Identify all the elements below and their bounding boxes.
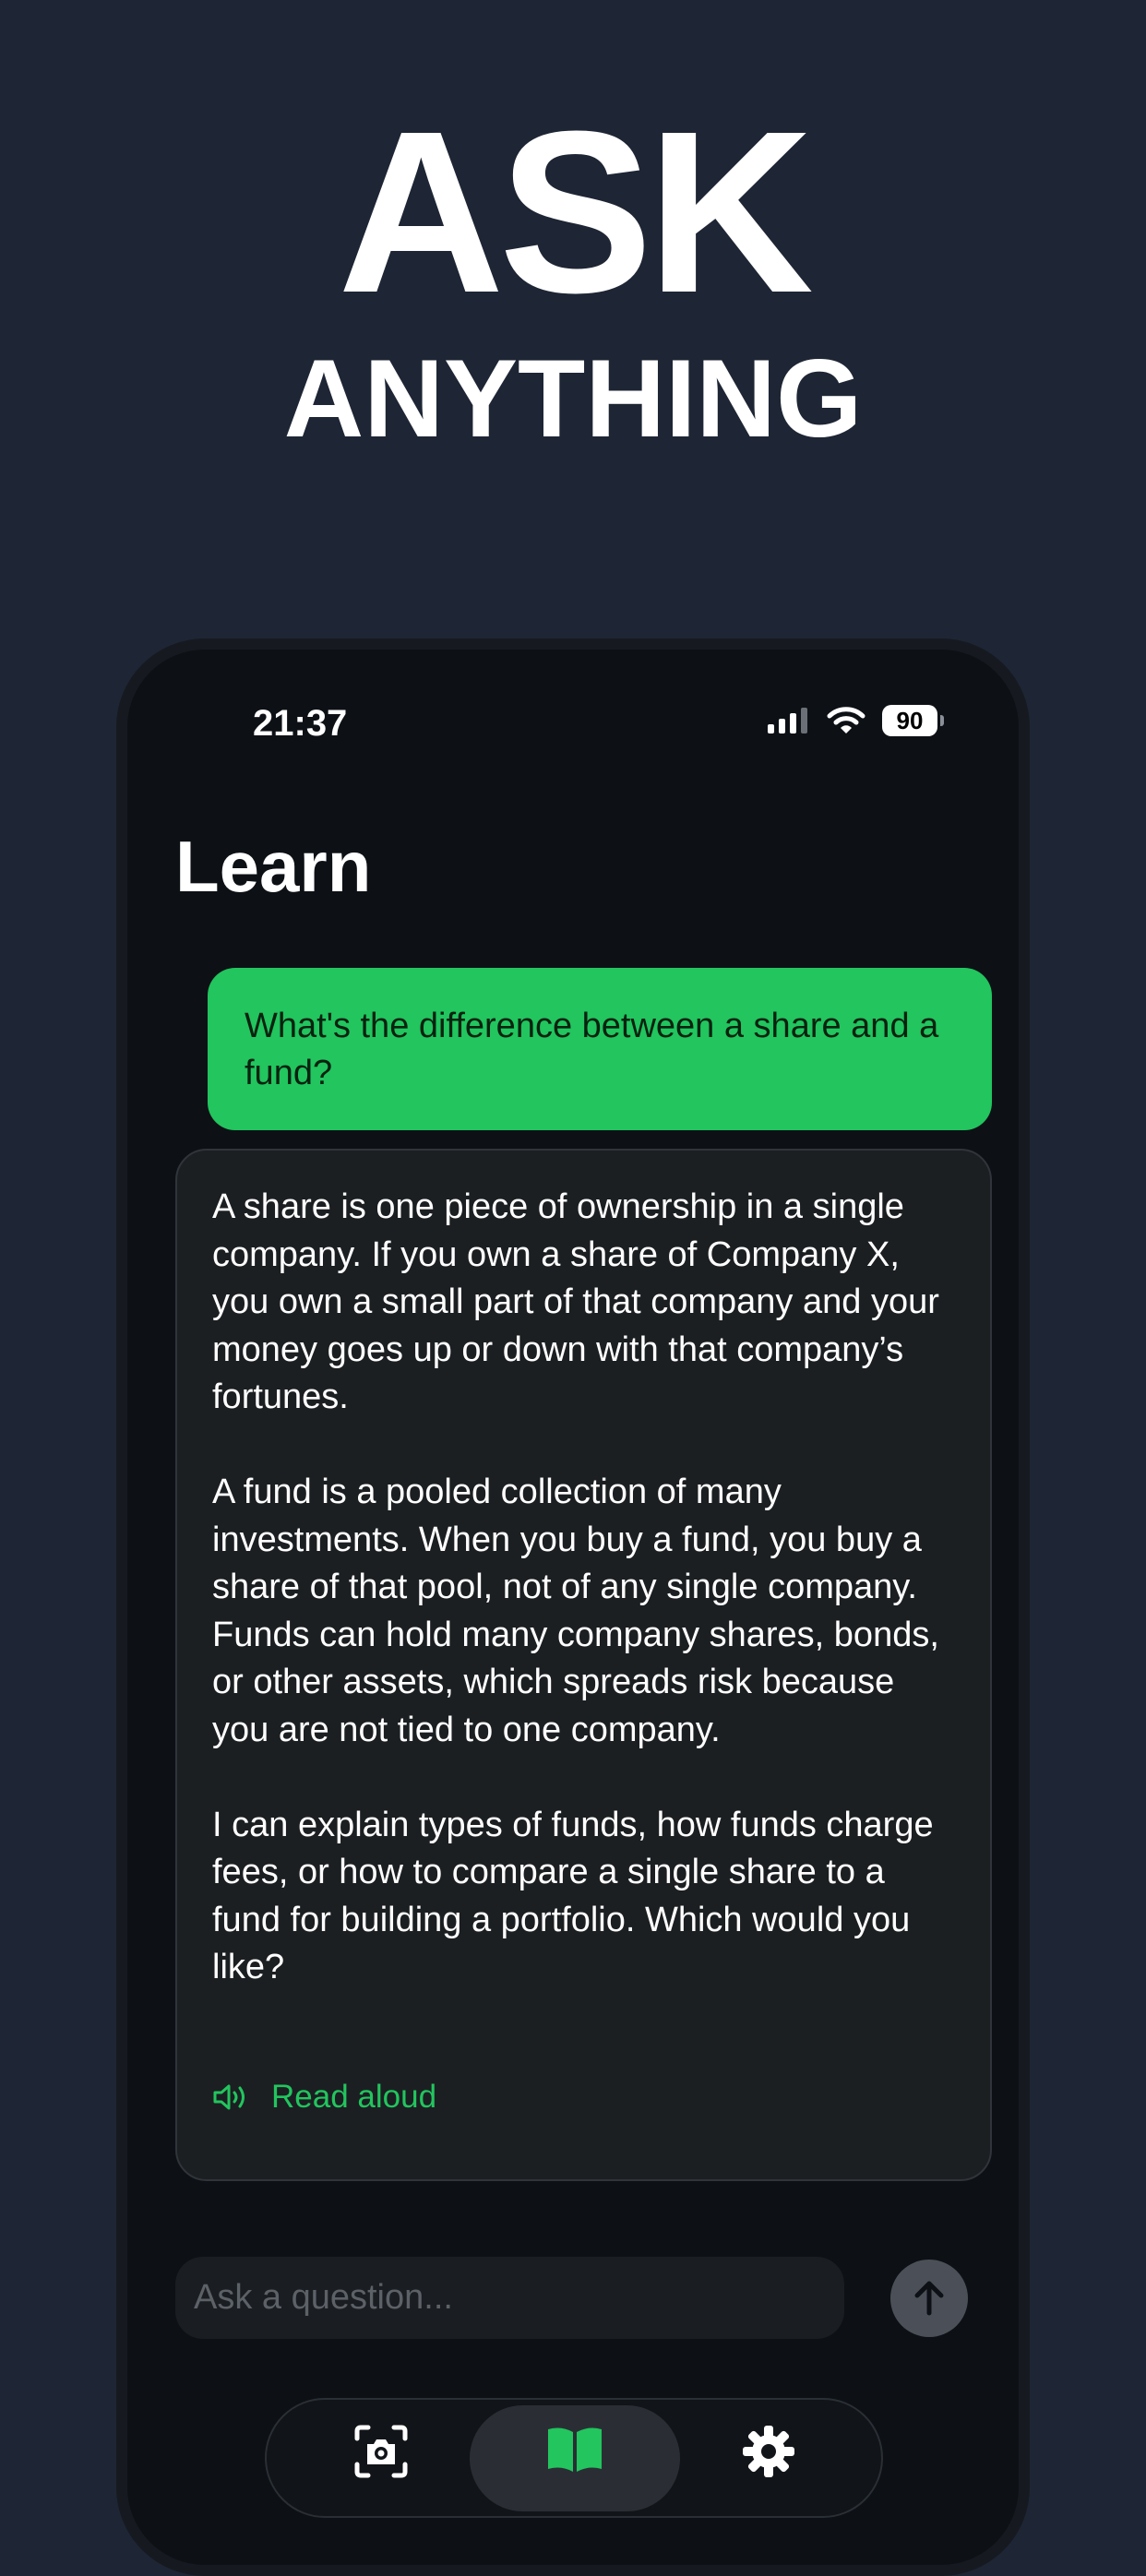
status-time: 21:37 <box>253 703 348 744</box>
wifi-icon <box>827 707 865 733</box>
user-message-bubble: What's the difference between a share an… <box>208 968 992 1130</box>
reply-paragraph: A share is one piece of ownership in a s… <box>212 1187 939 1416</box>
read-aloud-button[interactable]: Read aloud <box>212 2073 436 2121</box>
tab-camera[interactable] <box>276 2405 486 2511</box>
cellular-signal-icon <box>768 708 807 733</box>
camera-scan-icon <box>354 2425 408 2478</box>
tab-bar <box>265 2398 883 2518</box>
question-input[interactable] <box>175 2257 844 2339</box>
hero-subtitle: ANYTHING <box>283 337 863 460</box>
arrow-up-icon <box>914 2281 944 2316</box>
hero-title: ASK <box>338 83 814 340</box>
status-icons: 90 <box>766 705 944 736</box>
open-book-icon <box>548 2427 602 2472</box>
phone-frame: 21:37 90 Learn What's the difference bet… <box>116 638 1030 2576</box>
gear-icon <box>743 2426 794 2477</box>
assistant-reply-card: A share is one piece of ownership in a s… <box>175 1149 992 2181</box>
battery-icon: 90 <box>882 705 944 736</box>
tab-learn[interactable] <box>470 2405 680 2511</box>
reply-paragraph: A fund is a pooled collection of many in… <box>212 1473 939 1749</box>
tab-settings[interactable] <box>663 2405 874 2511</box>
phone-screen: 21:37 90 Learn What's the difference bet… <box>127 650 1019 2565</box>
reply-paragraph: I can explain types of funds, how funds … <box>212 1805 934 1987</box>
speaker-icon <box>213 2084 245 2110</box>
page-title: Learn <box>175 826 372 907</box>
send-button[interactable] <box>890 2260 968 2337</box>
read-aloud-label: Read aloud <box>271 2079 437 2115</box>
